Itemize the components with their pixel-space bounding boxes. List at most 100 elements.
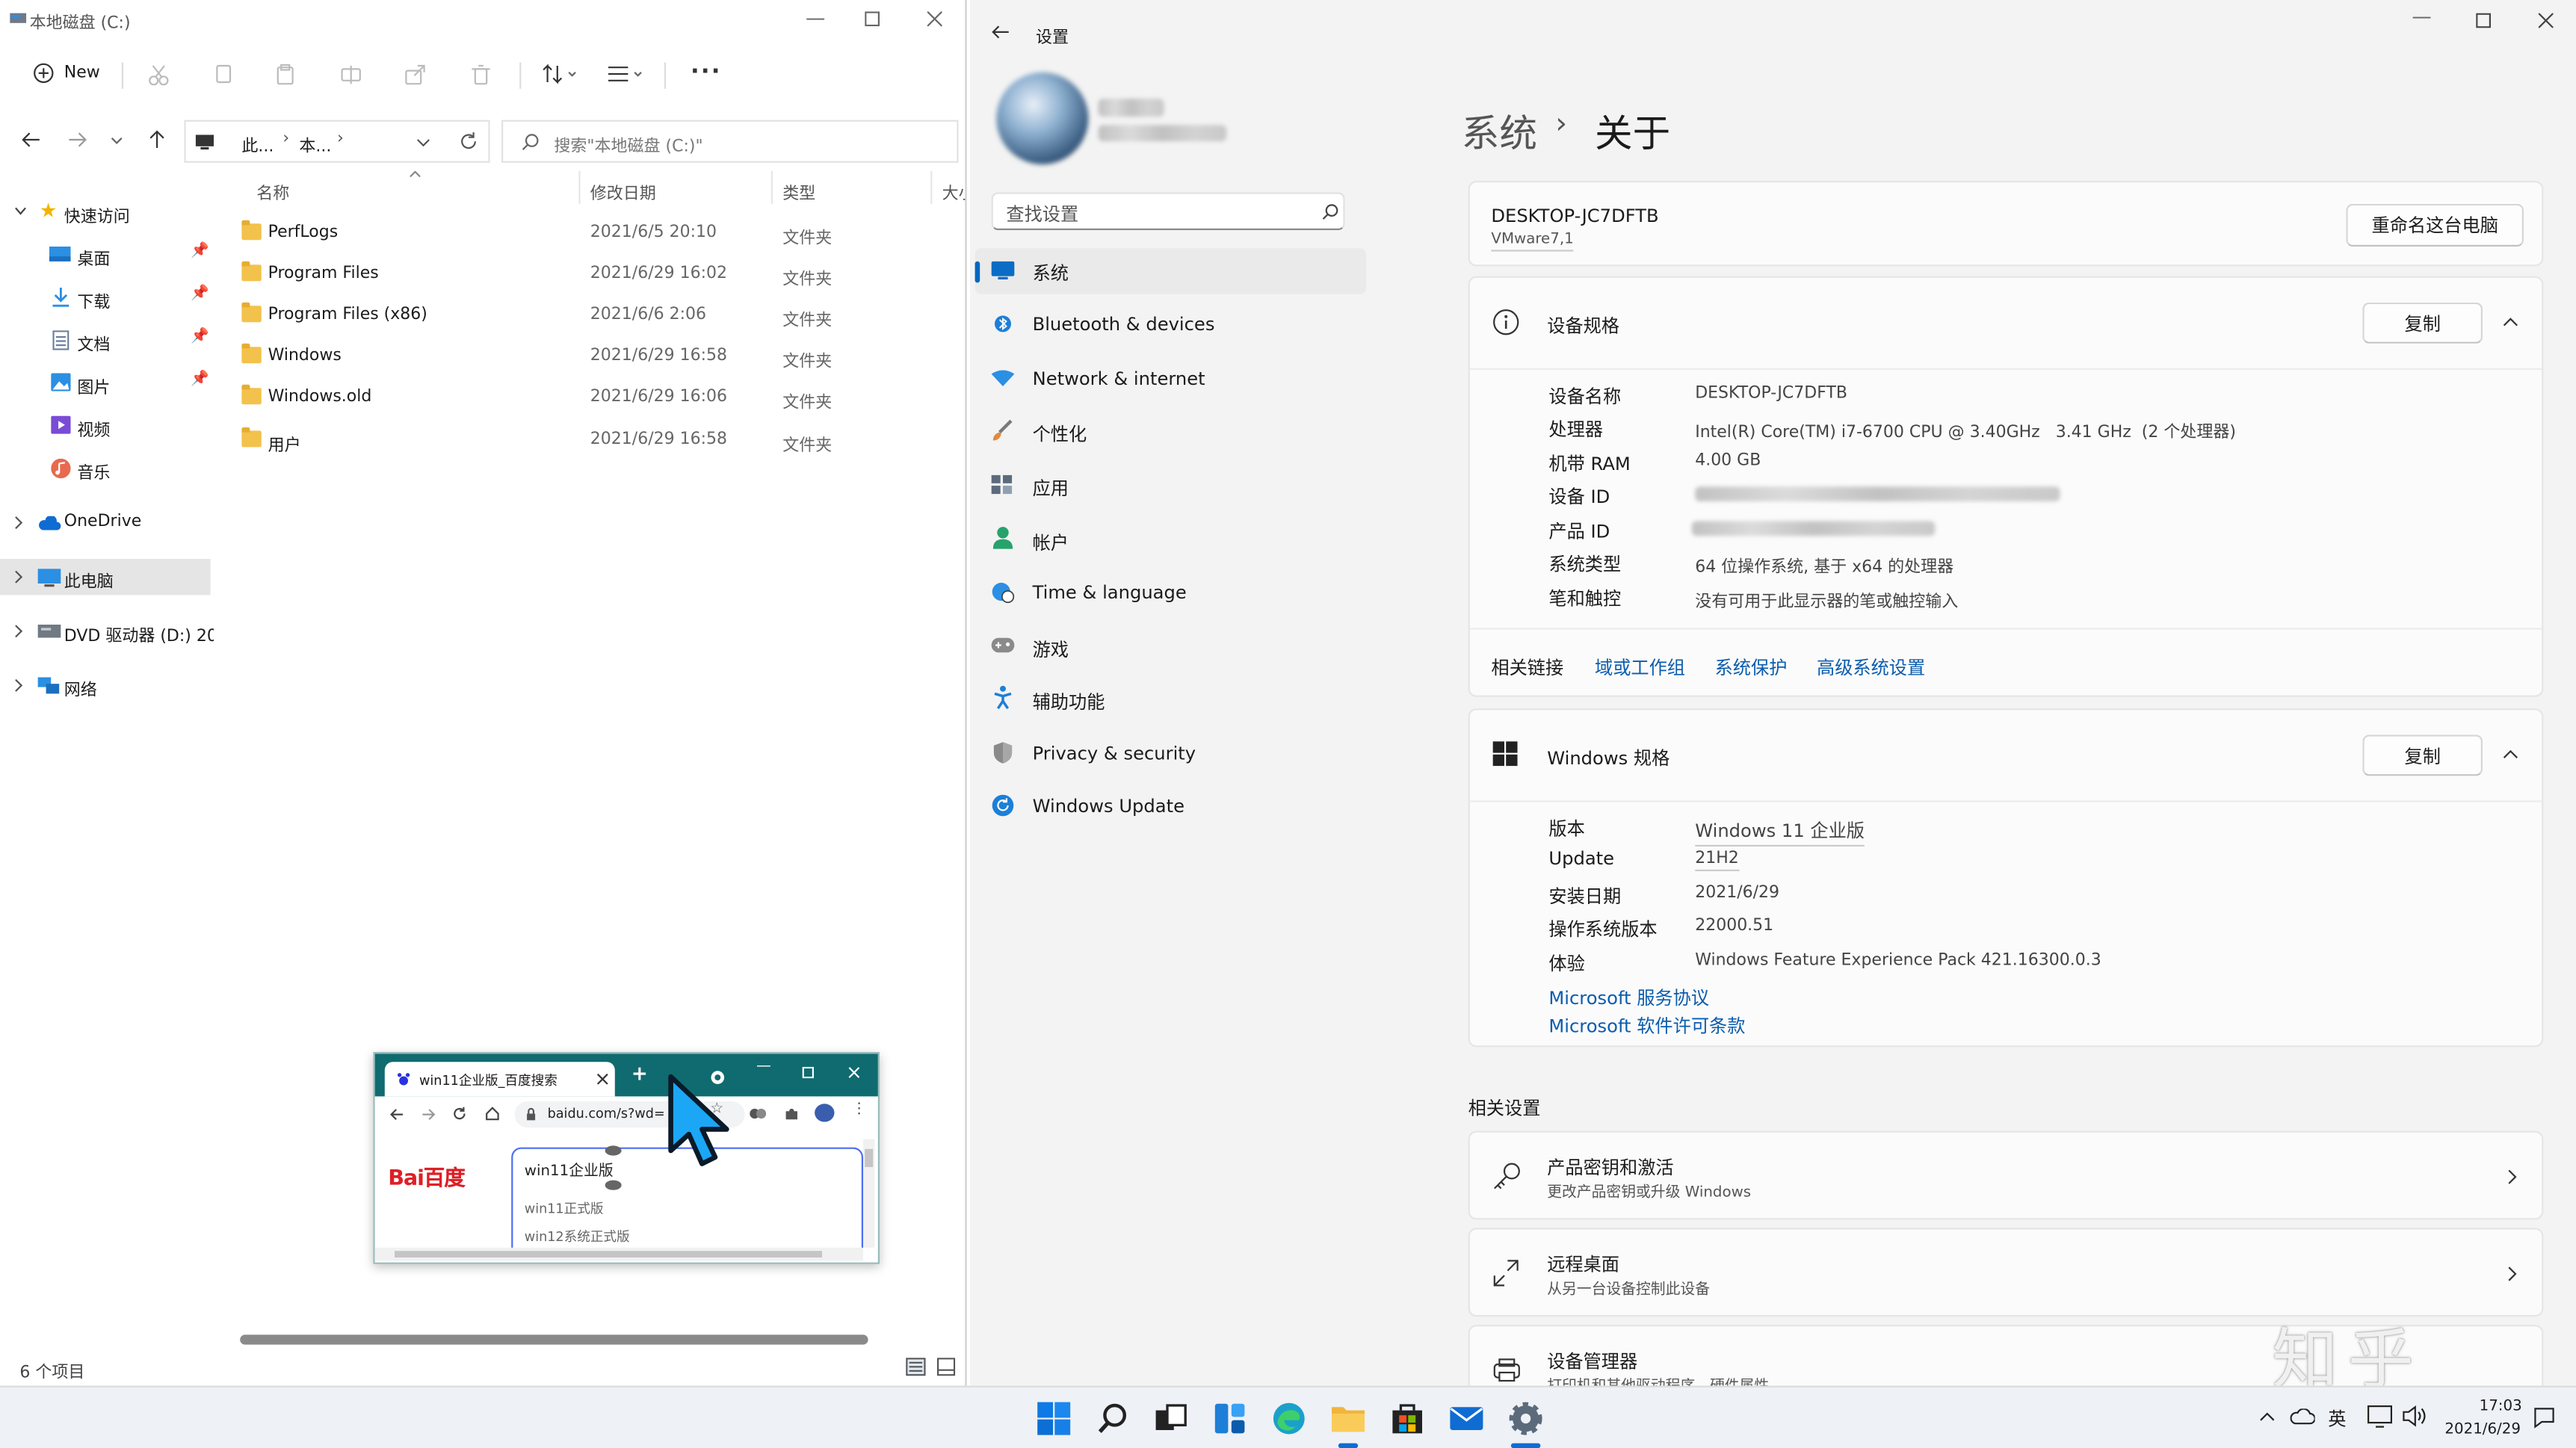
browser-home-icon[interactable]	[485, 1107, 500, 1121]
browser-tab[interactable]: win11企业版_百度搜索	[384, 1062, 615, 1097]
start-windows-icon[interactable]	[1036, 1400, 1072, 1436]
nav-network[interactable]: 网络	[0, 667, 211, 703]
task-view-icon[interactable]	[1152, 1400, 1188, 1436]
nav-this-pc[interactable]: 此电脑	[0, 559, 211, 595]
link-advanced-system-settings[interactable]: 高级系统设置	[1817, 655, 1925, 681]
thumb-scrollbar[interactable]	[863, 1139, 875, 1248]
horizontal-scrollbar[interactable]	[240, 1334, 868, 1345]
link-system-protection[interactable]: 系统保护	[1715, 655, 1788, 681]
volume-icon[interactable]	[2402, 1405, 2427, 1427]
forward-arrow-icon[interactable]	[67, 132, 87, 148]
column-header-size[interactable]: 大小	[942, 179, 966, 204]
suggestion-item[interactable]: win12系统正式版	[525, 1228, 630, 1246]
address-bar[interactable]: 此... › 本... ›	[184, 120, 490, 163]
maximize-button[interactable]	[2476, 13, 2491, 28]
nav-privacy-security[interactable]: Privacy & security	[975, 731, 1367, 778]
nav-onedrive[interactable]: OneDrive	[0, 504, 211, 540]
related-setting-remote-desktop[interactable]: 远程桌面 从另一台设备控制此设备	[1468, 1228, 2544, 1317]
link-microsoft-services-agreement[interactable]: Microsoft 服务协议	[1548, 985, 1709, 1011]
nav-desktop[interactable]: 桌面 📌	[0, 237, 211, 273]
network-monitor-icon[interactable]	[2367, 1405, 2392, 1429]
maximize-button[interactable]	[865, 11, 880, 27]
chevron-up-icon[interactable]	[2502, 318, 2518, 327]
chevron-up-icon[interactable]	[2502, 749, 2518, 759]
extension-icon-1[interactable]	[750, 1107, 767, 1121]
close-button[interactable]	[2538, 13, 2554, 28]
nav-gaming[interactable]: 游戏	[975, 625, 1367, 671]
delete-icon[interactable]	[470, 64, 492, 86]
notification-icon[interactable]	[2533, 1407, 2555, 1429]
browser-refresh-icon[interactable]	[452, 1107, 467, 1121]
nav-network-internet[interactable]: Network & internet	[975, 356, 1367, 403]
mail-icon[interactable]	[1448, 1400, 1484, 1436]
file-explorer-icon[interactable]	[1330, 1400, 1366, 1436]
search-box[interactable]: 搜索"本地磁盘 (C:)"	[501, 120, 959, 163]
minimize-button[interactable]: —	[806, 7, 825, 30]
puzzle-extension-icon[interactable]	[784, 1107, 799, 1121]
taskbar-search-icon[interactable]	[1095, 1400, 1131, 1436]
minimize-button[interactable]: —	[2412, 5, 2431, 28]
browser-forward-icon[interactable]	[421, 1108, 436, 1121]
view-icon[interactable]	[608, 66, 644, 84]
settings-gear-icon[interactable]	[1507, 1400, 1543, 1436]
browser-minimize-icon[interactable]: —	[756, 1059, 771, 1075]
nav-system[interactable]: 系统	[975, 248, 1367, 294]
nav-quick-access[interactable]: ★ 快速访问	[0, 194, 211, 230]
nav-time-language[interactable]: Time & language	[975, 570, 1367, 616]
link-microsoft-license-terms[interactable]: Microsoft 软件许可条款	[1548, 1012, 1745, 1039]
browser-thumbnail-preview[interactable]: win11企业版_百度搜索 + — baidu.com/s?wd= ☆ ⋮ Ba…	[373, 1052, 880, 1264]
new-tab-plus-icon[interactable]: +	[631, 1062, 648, 1085]
refresh-icon[interactable]	[459, 132, 478, 151]
new-button[interactable]: New	[33, 63, 100, 84]
nav-dvd-drive[interactable]: DVD 驱动器 (D:) 202	[0, 613, 214, 649]
avatar[interactable]	[996, 72, 1089, 164]
widgets-icon[interactable]	[1211, 1400, 1247, 1436]
ime-indicator[interactable]: 英	[2328, 1405, 2346, 1432]
column-header-name[interactable]: 名称	[256, 179, 289, 204]
settings-search-input[interactable]: 查找设置	[991, 192, 1345, 230]
back-arrow-icon[interactable]	[992, 25, 1010, 40]
show-hidden-icons-chevron[interactable]	[2259, 1412, 2276, 1422]
onedrive-tray-icon[interactable]	[2290, 1408, 2315, 1425]
nav-documents[interactable]: 文档 📌	[0, 322, 211, 358]
file-row[interactable]: 用户 2021/6/29 16:58 文件夹	[223, 421, 947, 460]
rename-icon[interactable]	[340, 64, 362, 86]
address-dropdown-icon[interactable]	[416, 138, 431, 148]
suggestion-item[interactable]: win11正式版	[525, 1200, 604, 1218]
nav-personalization[interactable]: 个性化	[975, 409, 1367, 456]
up-arrow-icon[interactable]	[148, 130, 166, 149]
nav-downloads[interactable]: 下载 📌	[0, 279, 211, 315]
link-domain-workgroup[interactable]: 域或工作组	[1595, 655, 1685, 681]
nav-accessibility[interactable]: 辅助功能	[975, 677, 1367, 723]
microsoft-store-icon[interactable]	[1389, 1400, 1425, 1436]
close-tab-icon[interactable]	[596, 1073, 608, 1085]
column-header-date[interactable]: 修改日期	[590, 179, 656, 204]
related-setting-product-key[interactable]: 产品密钥和激活 更改产品密钥或升级 Windows	[1468, 1130, 2544, 1220]
file-row[interactable]: Windows.old 2021/6/29 16:06 文件夹	[223, 378, 947, 418]
nav-accounts[interactable]: 帐户	[975, 518, 1367, 564]
copy-device-specs-button[interactable]: 复制	[2362, 302, 2483, 344]
edge-browser-icon[interactable]	[1271, 1400, 1307, 1436]
address-segment-pc[interactable]: 此...	[241, 132, 274, 156]
details-view-icon[interactable]	[906, 1358, 926, 1376]
recent-dropdown-icon[interactable]	[110, 137, 123, 145]
sort-icon[interactable]	[543, 64, 578, 86]
copy-icon[interactable]	[212, 64, 234, 86]
more-options-icon[interactable]: ···	[691, 59, 722, 85]
browser-maximize-icon[interactable]	[802, 1066, 814, 1079]
file-row[interactable]: Program Files (x86) 2021/6/6 2:06 文件夹	[223, 296, 947, 335]
thumb-horizontal-scrollbar[interactable]	[374, 1247, 864, 1261]
nav-pictures[interactable]: 图片 📌	[0, 365, 211, 400]
close-button[interactable]	[927, 11, 942, 27]
file-row[interactable]: Windows 2021/6/29 16:58 文件夹	[223, 337, 947, 377]
breadcrumb-parent[interactable]: 系统	[1462, 102, 1537, 158]
browser-back-icon[interactable]	[389, 1108, 404, 1121]
file-row[interactable]: PerfLogs 2021/6/5 20:10 文件夹	[223, 214, 947, 253]
clock-date[interactable]: 2021/6/29	[2444, 1422, 2521, 1438]
profile-avatar-icon[interactable]	[814, 1103, 835, 1122]
nav-windows-update[interactable]: Windows Update	[975, 784, 1367, 830]
rename-pc-button[interactable]: 重命名这台电脑	[2346, 203, 2524, 247]
address-segment-drive[interactable]: 本...	[299, 132, 331, 156]
paste-icon[interactable]	[274, 64, 296, 86]
back-arrow-icon[interactable]	[22, 132, 41, 148]
